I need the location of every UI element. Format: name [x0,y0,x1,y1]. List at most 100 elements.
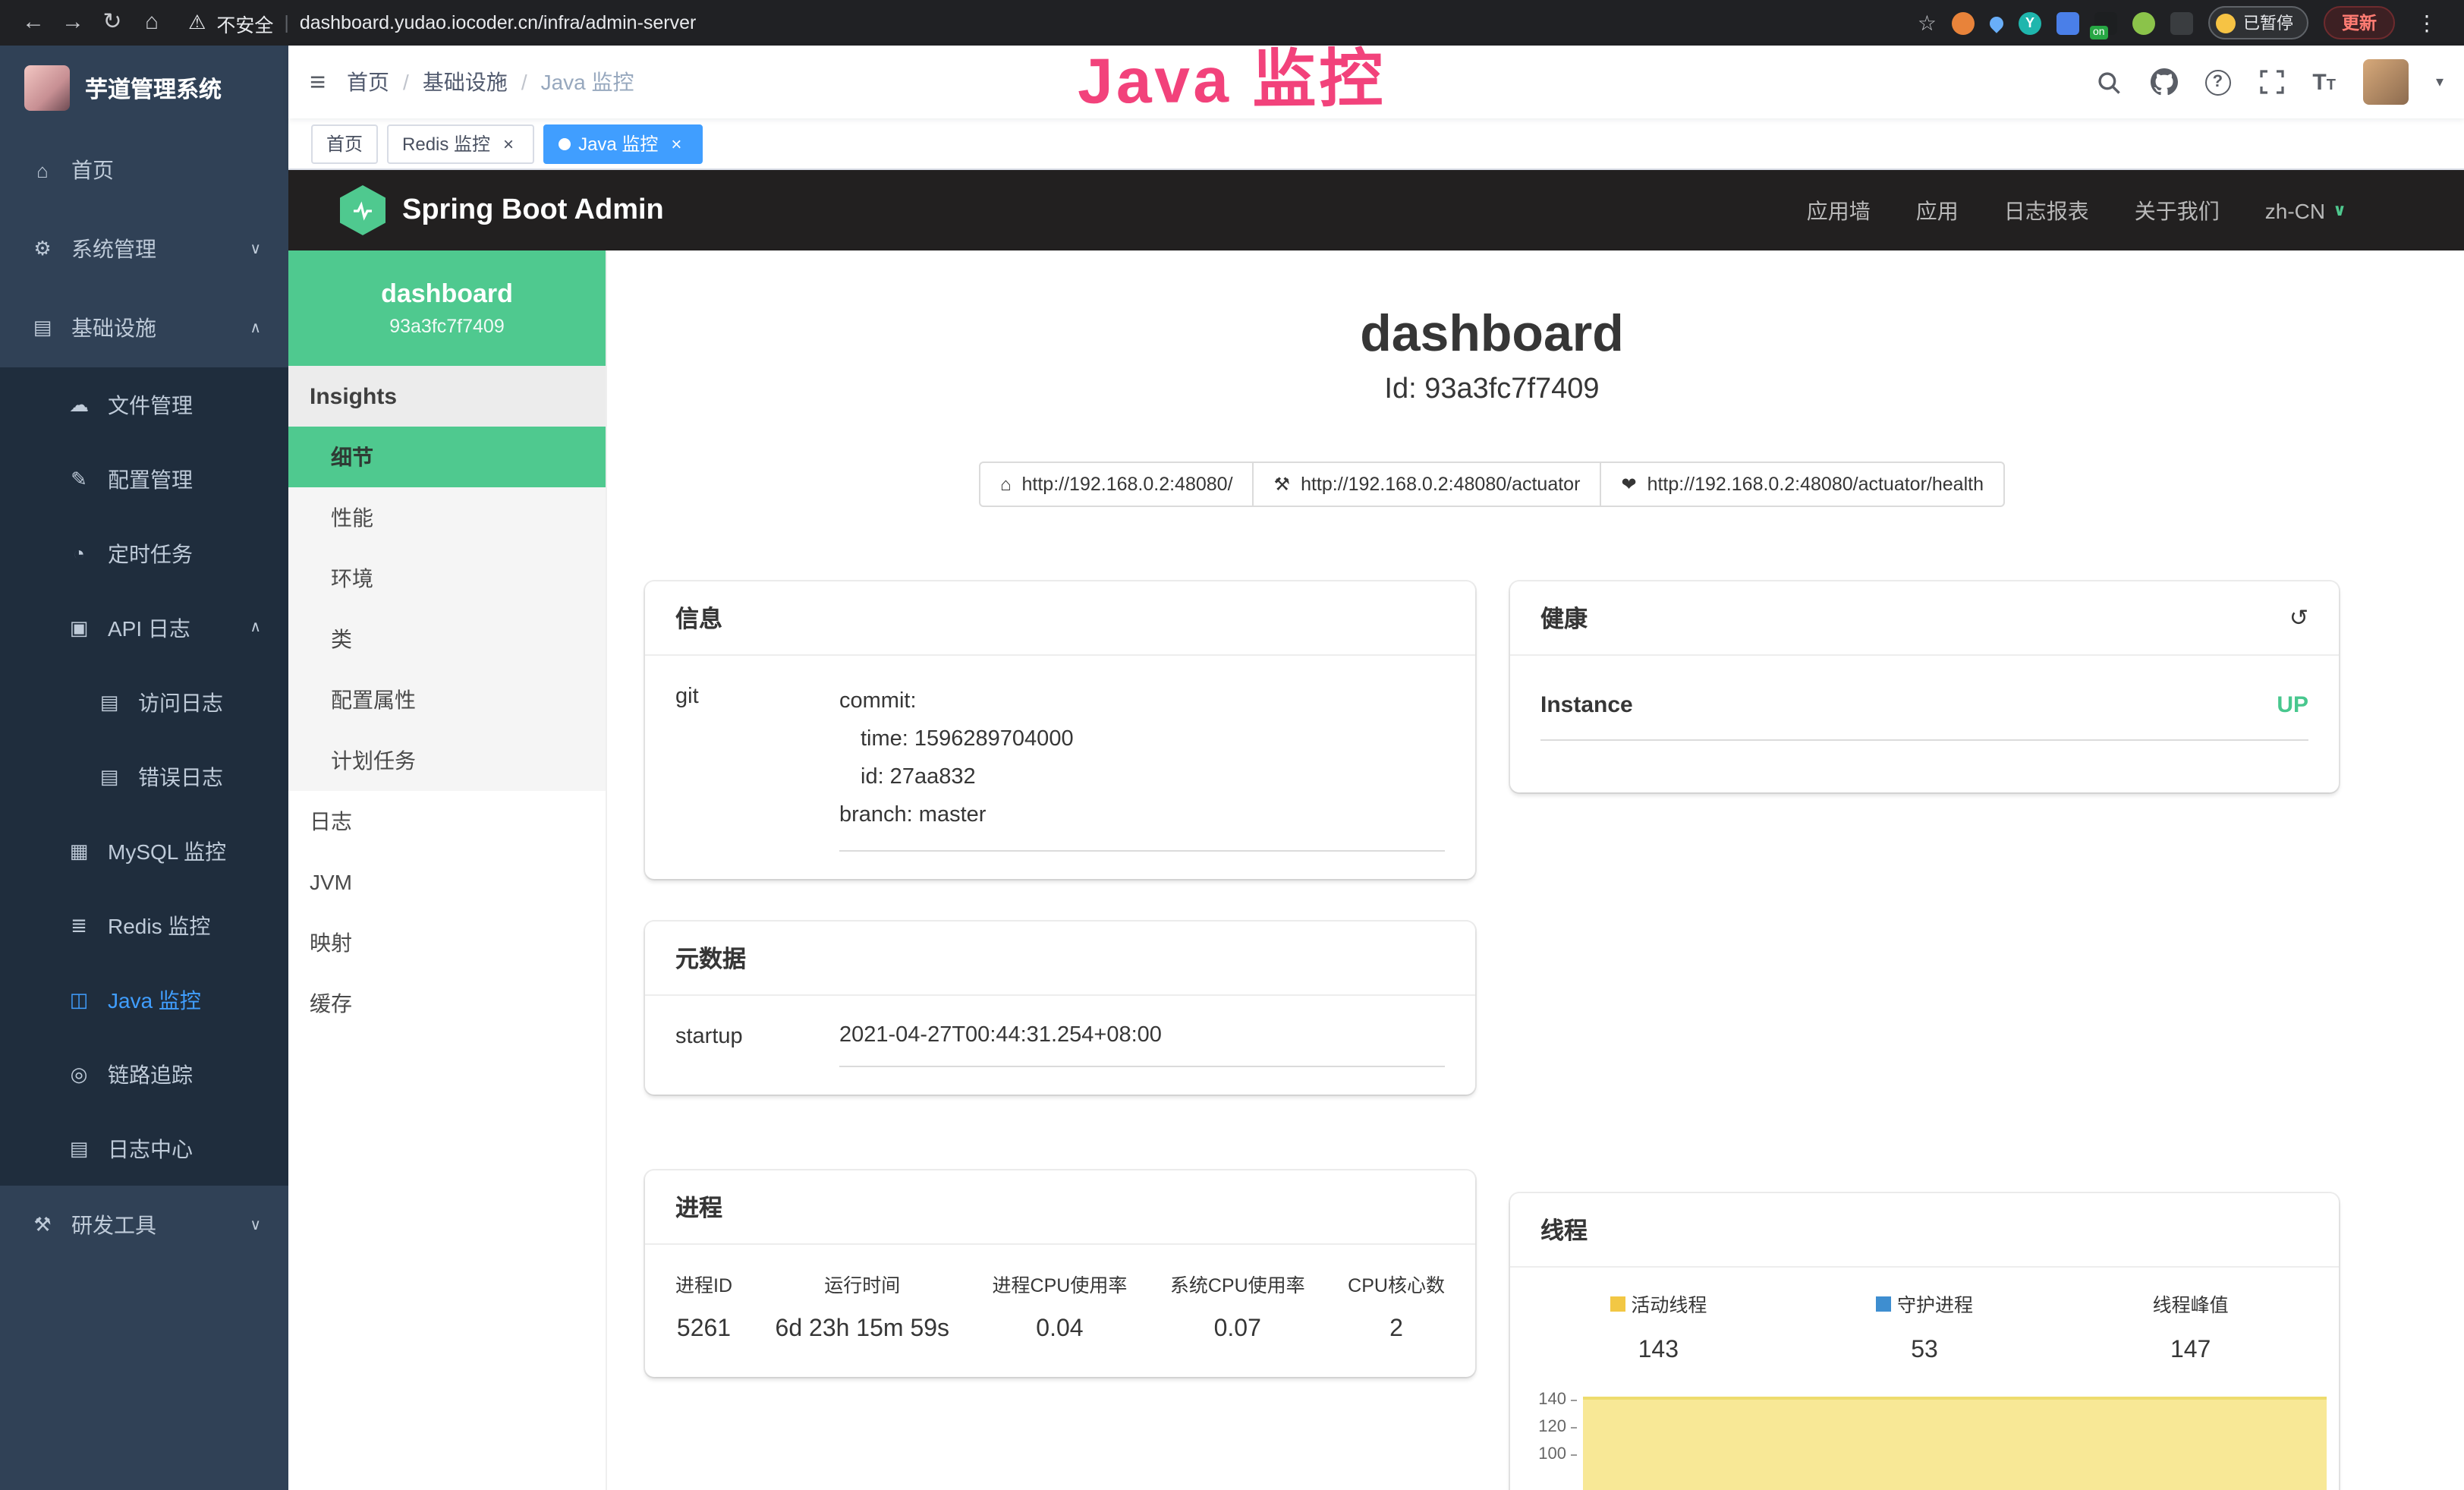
sidebar-item-config-mgmt[interactable]: ✎ 配置管理 [0,442,288,516]
user-avatar[interactable] [2363,59,2409,105]
sidebar-item-api-logs[interactable]: ▣ API 日志 ∧ [0,591,288,665]
sba-menu-mappings[interactable]: 映射 [288,912,606,973]
active-threads-area [1583,1397,2327,1490]
chevron-up-icon: ∧ [250,619,261,636]
fullscreen-icon[interactable] [2258,68,2285,96]
sba-menu-environment[interactable]: 环境 [288,548,606,609]
sba-locale-select[interactable]: zh-CN ∨ [2265,198,2346,222]
sba-nav-wallboard[interactable]: 应用墙 [1807,195,1871,225]
tags-view-bar: 首页 Redis 监控 × Java 监控 × [288,118,2464,170]
sba-menu-scheduled-tasks[interactable]: 计划任务 [288,730,606,791]
browser-home-icon[interactable]: ⌂ [134,0,170,46]
sidebar-item-label: API 日志 [108,613,190,643]
service-url-link[interactable]: ⌂ http://192.168.0.2:48080/ [979,461,1254,507]
sba-menu-logs[interactable]: 日志 [288,791,606,852]
sba-menu-performance[interactable]: 性能 [288,487,606,548]
tick-mark [1571,1426,1577,1428]
extensions-puzzle-icon[interactable] [2170,11,2193,34]
document-icon: ▤ [97,690,121,714]
sba-menu-classes[interactable]: 类 [288,609,606,669]
threads-legend: 活动线程 143 守护进程 53 线程峰值 [1510,1268,2339,1365]
process-col-label: CPU核心数 [1348,1269,1445,1298]
sidebar-item-access-logs[interactable]: ▤ 访问日志 [0,665,288,739]
hamburger-icon[interactable]: ≡ [288,66,347,98]
sidebar-item-infrastructure[interactable]: ▤ 基础设施 ∧ [0,288,288,367]
font-size-icon[interactable]: TT [2312,69,2336,95]
sba-nav-about[interactable]: 关于我们 [2135,195,2220,225]
process-col-label: 系统CPU使用率 [1170,1269,1305,1298]
sba-brand[interactable]: Spring Boot Admin [402,194,664,227]
help-icon[interactable]: ? [2204,69,2230,95]
sba-menu-jvm[interactable]: JVM [288,852,606,912]
extension-icon-6[interactable] [2132,11,2155,34]
tab-java-monitor[interactable]: Java 监控 × [543,124,702,163]
bookmark-star-icon[interactable]: ☆ [1918,10,1937,36]
actuator-url-link[interactable]: ⚒ http://192.168.0.2:48080/actuator [1253,461,1602,507]
sidebar-item-dev-tools[interactable]: ⚒ 研发工具 ∨ [0,1186,288,1265]
sidebar-item-label: 定时任务 [108,538,193,569]
history-icon[interactable]: ↺ [2289,604,2308,632]
info-line: time: 1596289704000 [839,721,1445,759]
legend-value: 53 [1792,1337,2058,1364]
sidebar-item-log-center[interactable]: ▤ 日志中心 [0,1111,288,1186]
extension-icon-5[interactable]: on [2094,11,2117,34]
security-label: 不安全 [216,8,273,37]
sba-menu-details[interactable]: 细节 [288,427,606,487]
sidebar-item-scheduled-tasks[interactable]: ◔ 定时任务 [0,516,288,591]
close-icon[interactable]: × [666,133,687,154]
info-card: 信息 git commit: time: 1596289704000 [645,581,1475,879]
browser-menu-icon[interactable]: ⋮ [2410,10,2444,36]
extension-icon-4[interactable] [2056,11,2079,34]
back-icon[interactable]: ← [15,0,52,46]
cards-right-column: 健康 ↺ Instance UP [1510,581,2339,1490]
breadcrumb-item-infrastructure[interactable]: 基础设施 [423,67,508,97]
tab-label: Redis 监控 [402,131,490,156]
avatar-caret-icon[interactable]: ▾ [2436,74,2444,90]
close-icon[interactable]: × [498,133,519,154]
breadcrumb-item-current: Java 监控 [541,67,634,97]
document-icon: ▤ [97,764,121,789]
address-bar[interactable]: ⚠ 不安全 | dashboard.yudao.iocoder.cn/infra… [188,8,1915,37]
process-col-pid: 进程ID 5261 [675,1269,732,1344]
github-icon[interactable] [2150,68,2177,96]
sidebar-item-trace[interactable]: ◎ 链路追踪 [0,1037,288,1111]
sba-menu-config-props[interactable]: 配置属性 [288,669,606,730]
health-url-link[interactable]: ❤ http://192.168.0.2:48080/actuator/heal… [1600,461,2005,507]
extension-icon-1[interactable] [1952,11,1975,34]
threads-chart-y-axis: 140 120 100 [1522,1386,1577,1468]
warning-icon: ⚠ [188,11,206,35]
refresh-icon[interactable]: ↻ [94,0,131,46]
sidebar-item-error-logs[interactable]: ▤ 错误日志 [0,739,288,814]
breadcrumb-item-home[interactable]: 首页 [347,67,389,97]
update-button[interactable]: 更新 [2324,6,2395,39]
breadcrumb-separator: / [521,70,527,94]
tab-home[interactable]: 首页 [311,124,378,163]
extension-icon-3[interactable]: Y [2019,11,2041,34]
annotation-java-monitor: Java 监控 [1078,41,1386,120]
sidebar-item-system-mgmt[interactable]: ⚙ 系统管理 ∨ [0,209,288,288]
search-icon[interactable] [2095,68,2123,96]
sidebar-item-label: 错误日志 [138,761,223,792]
app-logo[interactable]: 芋道管理系统 [0,46,288,131]
process-card-header: 进程 [645,1170,1475,1245]
metadata-key: startup [675,1023,839,1067]
breadcrumb-separator: / [403,70,409,94]
sidebar-item-home[interactable]: ⌂ 首页 [0,131,288,209]
sba-nav-applications[interactable]: 应用 [1916,195,1959,225]
sidebar-item-redis-monitor[interactable]: ≣ Redis 监控 [0,888,288,962]
sba-menu-section-insights[interactable]: Insights [288,366,606,427]
profile-paused-badge[interactable]: 已暂停 [2208,6,2308,39]
url-text: dashboard.yudao.iocoder.cn/infra/admin-s… [300,12,697,33]
extension-icon-2[interactable] [1987,13,2006,32]
sba-instance-header[interactable]: dashboard 93a3fc7f7409 [288,250,606,366]
sidebar-item-java-monitor[interactable]: ◫ Java 监控 [0,962,288,1037]
info-row-git: git commit: time: 1596289704000 id: 27aa… [675,683,1445,852]
sidebar-item-mysql-monitor[interactable]: ▦ MySQL 监控 [0,814,288,888]
sba-nav-journal[interactable]: 日志报表 [2004,195,2089,225]
heart-icon: ❤ [1621,474,1636,495]
sba-menu-caches[interactable]: 缓存 [288,973,606,1034]
tab-redis-monitor[interactable]: Redis 监控 × [387,124,534,163]
sidebar-item-label: 配置管理 [108,464,193,494]
forward-icon[interactable]: → [55,0,91,46]
sidebar-item-file-mgmt[interactable]: ☁ 文件管理 [0,367,288,442]
